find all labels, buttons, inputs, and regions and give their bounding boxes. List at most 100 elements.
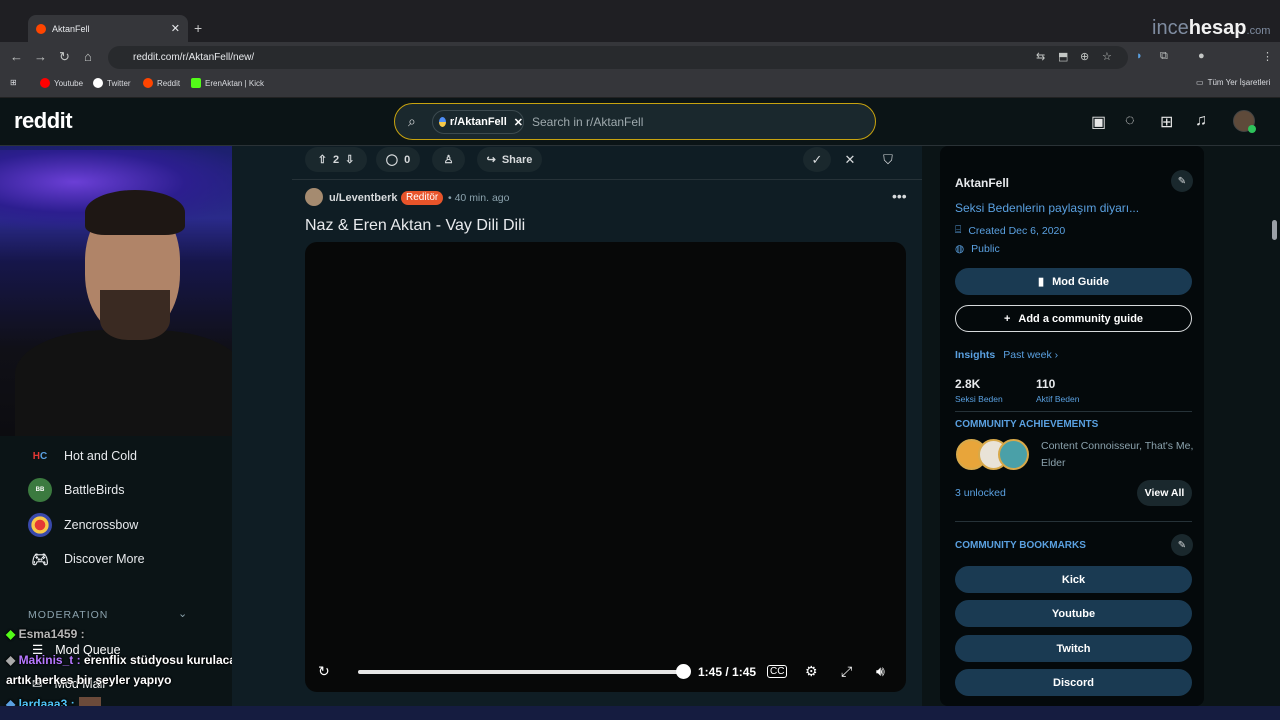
notifications-icon[interactable]: ♫ xyxy=(1195,112,1207,130)
volume-icon[interactable]: 🔊︎ xyxy=(876,663,885,680)
view-all-button[interactable]: View All xyxy=(1137,480,1192,506)
stream-frame-border xyxy=(0,706,1280,720)
award-button[interactable]: ♙ xyxy=(432,147,465,172)
book-icon: ▮ xyxy=(1038,276,1045,288)
advertise-icon[interactable]: ▣ xyxy=(1091,112,1106,132)
zoom-icon[interactable]: ⊕ xyxy=(1080,50,1089,63)
more-options-icon[interactable]: ••• xyxy=(892,188,907,204)
online-label: Aktif Beden xyxy=(1036,394,1080,404)
fullscreen-icon[interactable]: ⤢ xyxy=(841,663,852,680)
community-chip[interactable]: r/AktanFell ✕ xyxy=(432,110,524,134)
remove-icon[interactable]: ✕ xyxy=(836,147,864,172)
share-button[interactable]: ↪ Share xyxy=(477,147,542,172)
mod-guide-button[interactable]: ▮ Mod Guide xyxy=(955,268,1192,295)
chat-icon[interactable]: ◌ xyxy=(1125,112,1135,130)
puzzle-icon[interactable]: ⧉ xyxy=(1160,50,1168,63)
remove-chip-icon[interactable]: ✕ xyxy=(514,116,523,129)
home-icon[interactable]: ⌂ xyxy=(84,49,92,64)
downvote-icon[interactable]: ⇩ xyxy=(345,153,354,166)
extension-icon[interactable]: ◗ xyxy=(1136,50,1143,62)
globe-icon: ◍ xyxy=(955,243,965,255)
post-author[interactable]: u/Leventberk xyxy=(329,192,397,204)
button-label: Add a community guide xyxy=(1018,312,1144,325)
members-count: 2.8K xyxy=(955,377,981,391)
bookmarks-heading: COMMUNITY BOOKMARKS xyxy=(955,540,1086,551)
add-community-guide-button[interactable]: + Add a community guide xyxy=(955,305,1192,332)
comment-icon: ◯ xyxy=(385,154,399,166)
nav-item-battlebirds[interactable]: BB BattleBirds xyxy=(28,478,124,502)
edit-icon[interactable]: ✎ xyxy=(1171,170,1193,192)
hot-and-cold-icon: HC xyxy=(32,450,48,462)
nav-item-hot-and-cold[interactable]: HC Hot and Cold xyxy=(28,444,137,468)
browser-tab[interactable]: AktanFell ✕ xyxy=(28,15,188,42)
bookmark-twitter[interactable]: Twitter xyxy=(93,78,131,88)
post-title[interactable]: Naz & Eren Aktan - Vay Dili Dili xyxy=(305,217,525,235)
moderation-heading[interactable]: MODERATION xyxy=(28,609,108,621)
insights-row: Insights Past week › xyxy=(955,349,1058,361)
chevron-up-icon[interactable]: ⌄ xyxy=(178,607,187,620)
community-description: Seksi Bedenlerin paylaşım diyarı... xyxy=(955,201,1140,215)
video-progress-bar[interactable] xyxy=(358,670,686,674)
approve-icon[interactable]: ✓ xyxy=(803,147,831,172)
profile-icon[interactable]: ● xyxy=(1198,50,1205,62)
bookmark-reddit[interactable]: Reddit xyxy=(143,78,180,88)
comments-button[interactable]: ◯ 0 xyxy=(376,147,420,172)
gamepad-icon: 🎮︎ xyxy=(31,550,49,567)
achievements-heading: COMMUNITY ACHIEVEMENTS xyxy=(955,419,1099,430)
chat-badge-icon: ◆ xyxy=(6,653,19,667)
vote-control[interactable]: ⇧ 2 ⇩ xyxy=(305,147,367,172)
button-label: Mod Guide xyxy=(1052,275,1109,288)
video-player[interactable] xyxy=(305,242,906,692)
divider xyxy=(955,521,1192,522)
replay-icon[interactable]: ↻ xyxy=(318,663,330,680)
create-post-icon[interactable]: ⊞ xyxy=(1160,112,1173,132)
plus-icon: + xyxy=(1003,312,1011,325)
bookmark-youtube-button[interactable]: Youtube xyxy=(955,600,1192,627)
nav-item-zencrossbow[interactable]: Zencrossbow xyxy=(28,513,138,537)
apps-icon[interactable]: ⊞ xyxy=(10,78,17,87)
captions-icon[interactable]: CC xyxy=(767,665,788,678)
bookmark-kick[interactable]: ErenAktan | Kick xyxy=(191,78,264,88)
new-tab-icon[interactable]: + xyxy=(194,20,202,36)
settings-icon[interactable]: ⚙ xyxy=(805,663,818,680)
chat-line-2: ◆ Makinis_t : erenflix stüdyosu kurulaca… xyxy=(6,653,243,667)
user-avatar[interactable] xyxy=(1233,110,1256,133)
vote-count: 2 xyxy=(332,153,340,166)
search-input[interactable]: Search in r/AktanFell xyxy=(532,115,643,129)
bookmark-youtube[interactable]: Youtube xyxy=(40,78,83,88)
award-icon: ♙ xyxy=(443,154,454,166)
chat-message: erenflix stüdyosu kurulacak xyxy=(83,653,243,667)
translate-icon[interactable]: ⇆ xyxy=(1036,50,1045,63)
forward-icon[interactable]: → xyxy=(34,49,47,64)
bookmark-twitch-button[interactable]: Twitch xyxy=(955,635,1192,662)
nav-label: Hot and Cold xyxy=(64,449,137,463)
url-field[interactable]: reddit.com/r/AktanFell/new/ xyxy=(108,46,1128,69)
reload-icon[interactable]: ↻ xyxy=(59,49,70,65)
star-icon[interactable]: ☆ xyxy=(1102,50,1112,63)
close-tab-icon[interactable]: ✕ xyxy=(171,22,180,35)
share-icon: ↪ xyxy=(486,154,496,166)
reddit-favicon-icon xyxy=(36,23,46,34)
past-week-dropdown[interactable]: Past week › xyxy=(1003,349,1058,361)
edit-icon[interactable]: ✎ xyxy=(1171,534,1193,556)
nav-label: BattleBirds xyxy=(64,483,125,497)
divider xyxy=(955,411,1192,412)
all-bookmarks[interactable]: ▭ Tüm Yer İşaretleri xyxy=(1196,78,1270,87)
shield-icon[interactable]: ⛉ xyxy=(874,147,902,172)
insights-link[interactable]: Insights xyxy=(955,349,995,361)
bookmark-discord-button[interactable]: Discord xyxy=(955,669,1192,696)
install-icon[interactable]: ⬒ xyxy=(1058,50,1068,63)
members-label: Seksi Beden xyxy=(955,394,1003,404)
reddit-icon xyxy=(143,78,153,88)
page-scrollbar[interactable] xyxy=(1272,220,1277,240)
bookmark-kick-button[interactable]: Kick xyxy=(955,566,1192,593)
progress-handle[interactable] xyxy=(676,664,691,679)
unlocked-count: 3 unlocked xyxy=(955,487,1006,499)
nav-item-discover-more[interactable]: 🎮︎ Discover More xyxy=(28,547,144,571)
upvote-icon[interactable]: ⇧ xyxy=(318,153,327,166)
post-author-avatar[interactable] xyxy=(305,188,323,206)
menu-icon[interactable]: ⋮ xyxy=(1262,50,1273,63)
reddit-logo[interactable]: reddit xyxy=(14,108,73,134)
achievement-badge-icon[interactable] xyxy=(998,439,1029,470)
back-icon[interactable]: ← xyxy=(10,49,23,64)
